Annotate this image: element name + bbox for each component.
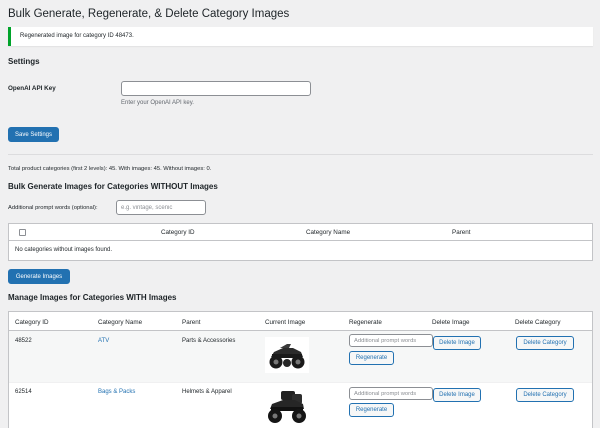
- column-header-parent: Parent: [452, 229, 471, 236]
- column-header-current-image: Current Image: [265, 319, 306, 326]
- column-header-parent: Parent: [182, 319, 201, 326]
- row-parent: Parts & Accessories: [182, 338, 236, 344]
- delete-image-button[interactable]: Delete Image: [433, 388, 481, 402]
- without-images-heading: Bulk Generate Images for Categories WITH…: [8, 182, 218, 191]
- atv-image: [265, 337, 309, 373]
- column-header-regenerate: Regenerate: [349, 319, 382, 326]
- without-images-table: Category ID Category Name Parent No cate…: [8, 223, 593, 261]
- divider: [8, 154, 593, 155]
- column-header-delete-image: Delete Image: [432, 319, 470, 326]
- category-summary: Total product categories (first 2 levels…: [8, 166, 212, 172]
- row-category-name-link[interactable]: ATV: [98, 338, 109, 344]
- api-key-label: OpenAI API Key: [8, 85, 56, 92]
- with-images-table: Category ID Category Name Parent Current…: [8, 311, 593, 428]
- column-header-category-id: Category ID: [15, 319, 49, 326]
- select-all-checkbox[interactable]: [19, 229, 26, 236]
- delete-category-button[interactable]: Delete Category: [516, 336, 574, 350]
- page-title: Bulk Generate, Regenerate, & Delete Cate…: [8, 8, 290, 20]
- empty-message: No categories without images found.: [15, 247, 113, 253]
- save-settings-button[interactable]: Save Settings: [8, 127, 59, 142]
- admin-page: Bulk Generate, Regenerate, & Delete Cate…: [0, 0, 600, 428]
- column-header-category-name: Category Name: [98, 319, 143, 326]
- delete-image-button[interactable]: Delete Image: [433, 336, 481, 350]
- delete-category-button[interactable]: Delete Category: [516, 388, 574, 402]
- success-notice: Regenerated image for category ID 48473.: [8, 27, 593, 46]
- row-parent: Helmets & Apparel: [182, 389, 232, 395]
- row-category-id: 62514: [15, 389, 32, 395]
- with-images-heading: Manage Images for Categories WITH Images: [8, 293, 177, 302]
- atv-with-bags-image: [265, 387, 309, 426]
- generate-images-button[interactable]: Generate Images: [8, 269, 70, 284]
- settings-heading: Settings: [8, 57, 40, 66]
- row-category-id: 48522: [15, 338, 32, 344]
- regenerate-prompt-input[interactable]: [349, 334, 433, 347]
- notice-text: Regenerated image for category ID 48473.: [20, 33, 134, 39]
- regenerate-prompt-input[interactable]: [349, 387, 433, 400]
- column-header-category-name: Category Name: [306, 229, 351, 236]
- api-key-description: Enter your OpenAI API key.: [121, 100, 194, 106]
- row-divider: [9, 382, 592, 383]
- column-header-category-id: Category ID: [161, 229, 195, 236]
- prompt-label: Additional prompt words (optional):: [8, 205, 98, 211]
- table-header-divider: [9, 240, 592, 241]
- regenerate-button[interactable]: Regenerate: [349, 351, 394, 365]
- bulk-prompt-input[interactable]: [116, 200, 206, 215]
- regenerate-button[interactable]: Regenerate: [349, 403, 394, 417]
- api-key-input[interactable]: [121, 81, 311, 96]
- column-header-delete-category: Delete Category: [515, 319, 561, 326]
- row-category-name-link[interactable]: Bags & Packs: [98, 389, 135, 395]
